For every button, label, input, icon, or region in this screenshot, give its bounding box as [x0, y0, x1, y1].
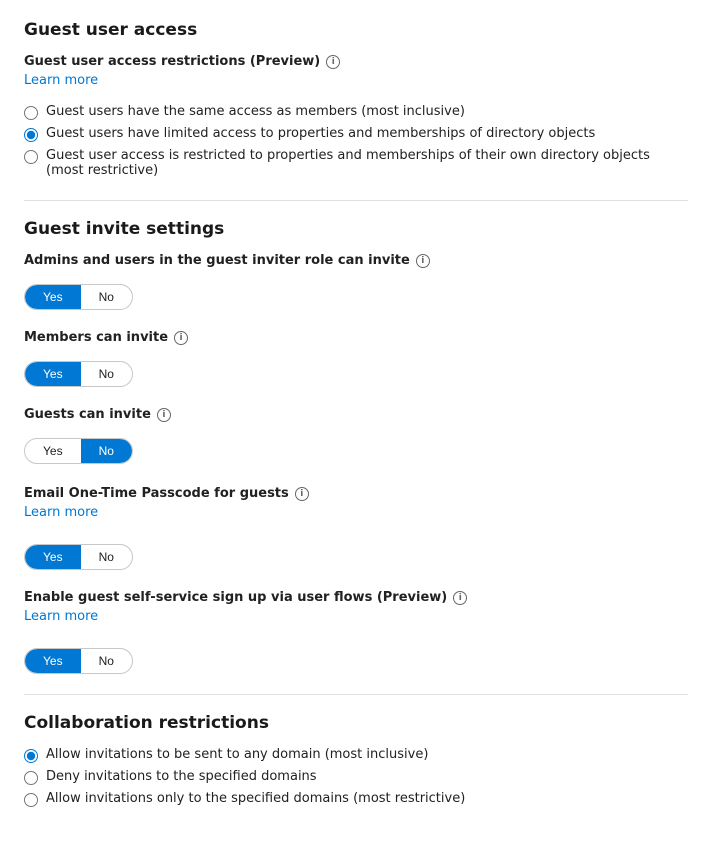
admins-invite-label: Admins and users in the guest inviter ro…	[24, 253, 688, 268]
guest-self-service-no-button[interactable]: No	[81, 649, 132, 673]
collaboration-restrictions-title: Collaboration restrictions	[24, 713, 688, 733]
members-invite-block: Members can invite i Yes No	[24, 330, 688, 387]
guest-user-access-title: Guest user access	[24, 20, 688, 40]
guest-access-radio-group: Guest users have the same access as memb…	[24, 104, 688, 178]
guest-self-service-info-icon[interactable]: i	[453, 591, 467, 605]
guests-invite-info-icon[interactable]: i	[157, 408, 171, 422]
guest-access-radio-1[interactable]	[24, 106, 38, 120]
email-otp-learn-more-link[interactable]: Learn more	[24, 505, 98, 520]
guests-invite-toggle-wrapper: Yes No	[24, 430, 688, 464]
guest-self-service-toggle: Yes No	[24, 648, 133, 674]
guest-access-info-icon[interactable]: i	[326, 55, 340, 69]
email-otp-toggle: Yes No	[24, 544, 133, 570]
email-otp-block: Email One-Time Passcode for guests i Lea…	[24, 486, 688, 570]
email-otp-info-icon[interactable]: i	[295, 487, 309, 501]
members-invite-toggle: Yes No	[24, 361, 133, 387]
guests-invite-block: Guests can invite i Yes No	[24, 407, 688, 464]
admins-invite-toggle: Yes No	[24, 284, 133, 310]
guests-invite-label: Guests can invite i	[24, 407, 688, 422]
guest-invite-settings-section: Guest invite settings Admins and users i…	[24, 219, 688, 464]
guest-invite-settings-title: Guest invite settings	[24, 219, 688, 239]
collab-radio-2[interactable]	[24, 771, 38, 785]
members-invite-toggle-wrapper: Yes No	[24, 353, 688, 387]
admins-invite-toggle-wrapper: Yes No	[24, 276, 688, 310]
collab-option-3[interactable]: Allow invitations only to the specified …	[24, 791, 688, 807]
admins-invite-info-icon[interactable]: i	[416, 254, 430, 268]
guest-access-learn-more-link[interactable]: Learn more	[24, 73, 98, 88]
guests-invite-toggle: Yes No	[24, 438, 133, 464]
admins-invite-block: Admins and users in the guest inviter ro…	[24, 253, 688, 310]
members-invite-info-icon[interactable]: i	[174, 331, 188, 345]
admins-invite-yes-button[interactable]: Yes	[25, 285, 81, 309]
guests-invite-yes-button[interactable]: Yes	[25, 439, 81, 463]
collab-option-2[interactable]: Deny invitations to the specified domain…	[24, 769, 688, 785]
email-otp-yes-button[interactable]: Yes	[25, 545, 81, 569]
collab-radio-1[interactable]	[24, 749, 38, 763]
guest-access-option-2[interactable]: Guest users have limited access to prope…	[24, 126, 688, 142]
guest-self-service-block: Enable guest self-service sign up via us…	[24, 590, 688, 674]
members-invite-yes-button[interactable]: Yes	[25, 362, 81, 386]
collaboration-restrictions-section: Collaboration restrictions Allow invitat…	[24, 713, 688, 807]
guest-self-service-yes-button[interactable]: Yes	[25, 649, 81, 673]
members-invite-no-button[interactable]: No	[81, 362, 132, 386]
collaboration-restrictions-radio-group: Allow invitations to be sent to any doma…	[24, 747, 688, 807]
email-otp-no-button[interactable]: No	[81, 545, 132, 569]
guest-access-radio-2[interactable]	[24, 128, 38, 142]
guests-invite-no-button[interactable]: No	[81, 439, 132, 463]
email-otp-toggle-wrapper: Yes No	[24, 536, 688, 570]
collab-radio-3[interactable]	[24, 793, 38, 807]
divider-1	[24, 200, 688, 201]
guest-access-option-1[interactable]: Guest users have the same access as memb…	[24, 104, 688, 120]
guest-access-field-label: Guest user access restrictions (Preview)…	[24, 54, 688, 69]
collab-option-1[interactable]: Allow invitations to be sent to any doma…	[24, 747, 688, 763]
guest-access-radio-3[interactable]	[24, 150, 38, 164]
guest-user-access-section: Guest user access Guest user access rest…	[24, 20, 688, 178]
email-otp-label: Email One-Time Passcode for guests i	[24, 486, 688, 501]
members-invite-label: Members can invite i	[24, 330, 688, 345]
admins-invite-no-button[interactable]: No	[81, 285, 132, 309]
guest-self-service-learn-more-link[interactable]: Learn more	[24, 609, 98, 624]
divider-2	[24, 694, 688, 695]
guest-self-service-label: Enable guest self-service sign up via us…	[24, 590, 688, 605]
guest-access-option-3[interactable]: Guest user access is restricted to prope…	[24, 148, 688, 178]
guest-self-service-toggle-wrapper: Yes No	[24, 640, 688, 674]
